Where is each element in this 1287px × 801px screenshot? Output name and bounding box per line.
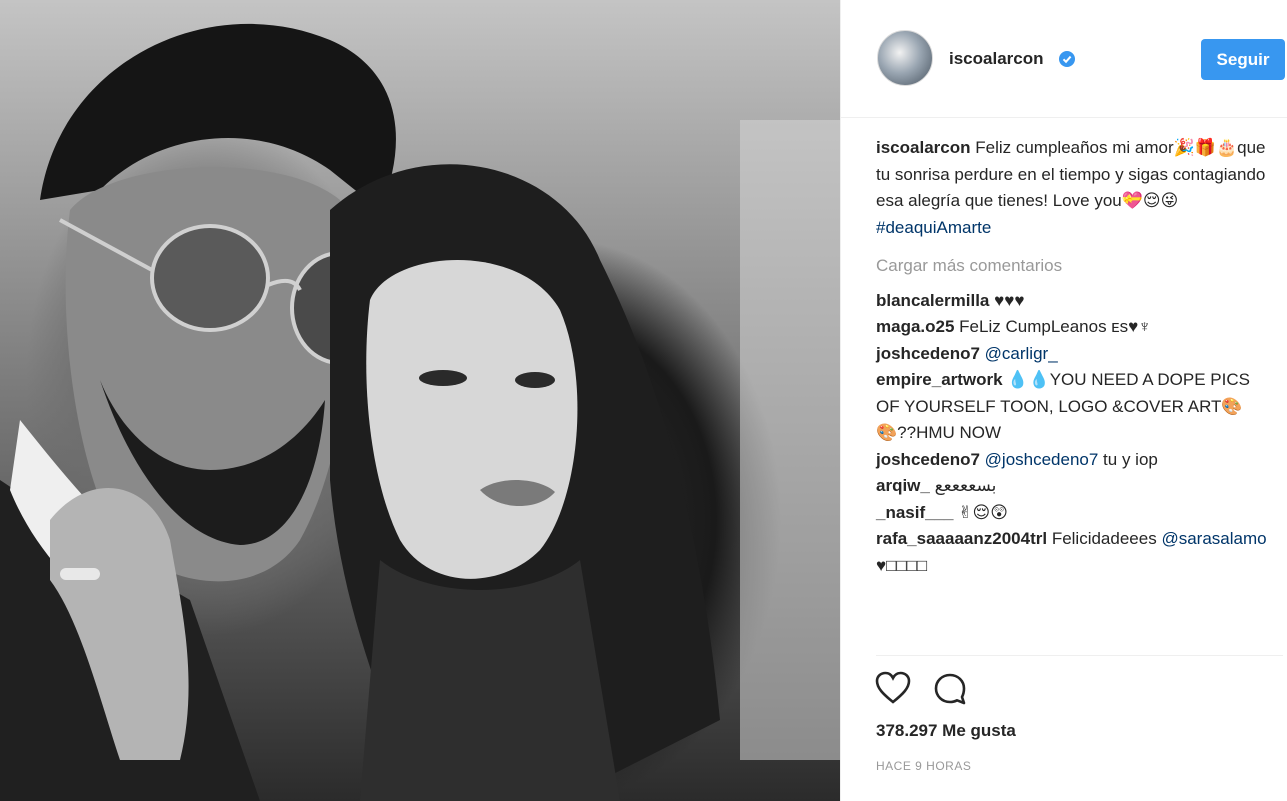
avatar[interactable] xyxy=(877,30,933,86)
comment-mention[interactable]: @carligr_ xyxy=(985,344,1058,363)
comment-text: tu y iop xyxy=(1098,449,1158,469)
comment-mention[interactable]: @joshcedeno7 xyxy=(985,450,1099,469)
post-caption: iscoalarcon Feliz cumpleaños mi amor🎉🎁🎂q… xyxy=(876,135,1276,241)
comment-item: joshcedeno7 @carligr_ xyxy=(876,341,1276,368)
caption-username[interactable]: iscoalarcon xyxy=(876,138,971,157)
comment-item: blancalermilla ♥♥♥ xyxy=(876,288,1276,315)
post-timestamp[interactable]: HACE 9 HORAS xyxy=(876,759,971,773)
comment-username[interactable]: joshcedeno7 xyxy=(876,450,980,469)
comments-section: iscoalarcon Feliz cumpleaños mi amor🎉🎁🎂q… xyxy=(876,135,1276,579)
post-username[interactable]: iscoalarcon xyxy=(949,49,1044,69)
divider xyxy=(876,655,1283,656)
comment-text: Felicidadeees xyxy=(1051,529,1157,548)
comment-item: empire_artwork 💧💧YOU NEED A DOPE PICS OF… xyxy=(876,367,1276,447)
comment-text: FeLiz CumpLeanos ᴇs♥♆ xyxy=(959,317,1151,336)
comment-username[interactable]: _nasif___ xyxy=(876,503,954,522)
comment-item: arqiw_ بسععععع xyxy=(876,473,1276,500)
comment-mention[interactable]: @sarasalamo xyxy=(1161,529,1266,548)
comment-item: rafa_saaaaanz2004trl Felicidadeees @sara… xyxy=(876,526,1276,579)
follow-button[interactable]: Seguir xyxy=(1201,39,1285,80)
post-actions: 378.297 Me gusta HACE 9 HORAS xyxy=(841,655,1287,801)
comment-item: maga.o25 FeLiz CumpLeanos ᴇs♥♆ xyxy=(876,314,1276,341)
comment-username[interactable]: maga.o25 xyxy=(876,317,954,336)
post-photo[interactable] xyxy=(0,0,840,801)
comment-username[interactable]: joshcedeno7 xyxy=(876,344,980,363)
caption-hashtag[interactable]: #deaquiAmarte xyxy=(876,218,991,237)
likes-count[interactable]: 378.297 Me gusta xyxy=(876,721,1016,741)
comment-username[interactable]: rafa_saaaaanz2004trl xyxy=(876,529,1047,548)
load-more-comments[interactable]: Cargar más comentarios xyxy=(876,253,1276,280)
comment-username[interactable]: blancalermilla xyxy=(876,291,989,310)
comment-item: _nasif___ ✌😌😲 xyxy=(876,500,1276,527)
comment-text: ✌😌😲 xyxy=(958,502,1008,522)
comment-username[interactable]: arqiw_ xyxy=(876,476,930,495)
post-header: iscoalarcon Seguir xyxy=(841,0,1287,118)
comment-icon[interactable] xyxy=(933,672,967,706)
heart-icon[interactable] xyxy=(875,671,911,705)
post-sidebar: iscoalarcon Seguir iscoalarcon Feliz cum… xyxy=(840,0,1287,801)
comment-suffix: ♥□□□□ xyxy=(876,555,928,575)
photo-illustration xyxy=(0,23,840,801)
verified-badge-icon xyxy=(1059,51,1075,67)
comment-username[interactable]: empire_artwork xyxy=(876,370,1003,389)
comment-text: بسععععع xyxy=(934,476,997,495)
comment-item: joshcedeno7 @joshcedeno7 tu y iop xyxy=(876,447,1276,474)
comment-text: ♥♥♥ xyxy=(994,290,1025,310)
